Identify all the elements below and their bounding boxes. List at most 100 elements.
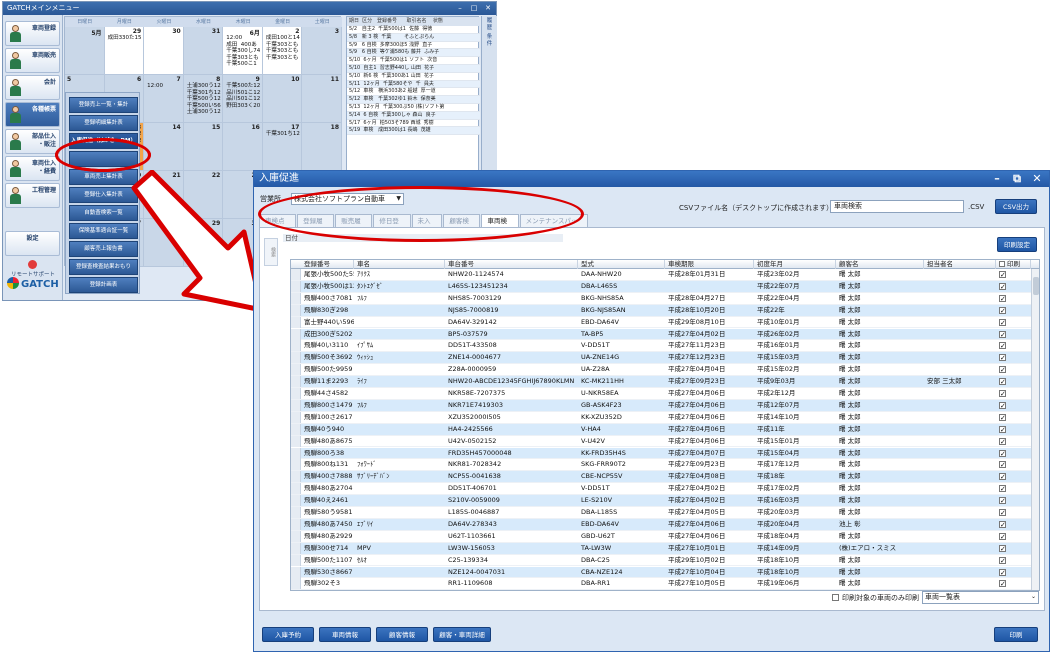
row-header[interactable] bbox=[291, 483, 301, 495]
close-button[interactable]: ✕ bbox=[1028, 172, 1046, 186]
sidebar-item-parts[interactable]: 部品仕入 ・販注 bbox=[5, 129, 60, 154]
column-header[interactable]: 顧客名 bbox=[836, 260, 924, 269]
print-checkbox[interactable]: ✓ bbox=[999, 473, 1006, 481]
row-header[interactable] bbox=[291, 399, 301, 411]
print-checkbox[interactable]: ✓ bbox=[999, 556, 1006, 564]
calendar-day[interactable]: 7 12:00 bbox=[144, 75, 184, 123]
row-header[interactable] bbox=[291, 328, 301, 340]
table-row[interactable]: 飛騨480あ7450 ｴﾌﾞﾘｲ DA64V-278343 EBD-DA64V 平成27… bbox=[291, 518, 1031, 531]
history-row[interactable]: 5/19 車検 成田300は1 長嶋 茂雄 bbox=[347, 127, 480, 136]
calendar-day[interactable]: 6月 12:00 成田 400あ 千葉300し74 千葉303とも 千葉500こ1 bbox=[223, 27, 263, 75]
table-row[interactable]: 飛騨500そ3692 ｳｨｯｼｭ ZNE14-0004677 UA-ZNE14G 平成2… bbox=[291, 352, 1031, 365]
row-header[interactable] bbox=[291, 411, 301, 423]
minimize-button[interactable]: – bbox=[988, 172, 1006, 186]
table-row[interactable]: 飛騨830ぎ298 NJS85-7000819 BKG-NJS85AN 平成28年10… bbox=[291, 304, 1031, 317]
popup-menu-item[interactable]: 登録売上一覧・集計 bbox=[69, 97, 138, 113]
restore-button[interactable]: ⧉ bbox=[1008, 172, 1026, 186]
table-row[interactable]: 飛騨40え2461 S210V-0059009 LE-S210V 平成27年04月02… bbox=[291, 495, 1031, 507]
print-button[interactable]: 印刷 bbox=[994, 627, 1038, 642]
print-checkbox[interactable]: ✓ bbox=[999, 294, 1006, 302]
calendar-day[interactable]: 10 bbox=[262, 75, 303, 123]
calendar-day[interactable]: 14 bbox=[144, 123, 184, 171]
column-header[interactable]: 担当者名 bbox=[924, 260, 996, 269]
calendar-day[interactable]: 3 bbox=[302, 27, 342, 75]
row-header[interactable] bbox=[291, 578, 301, 590]
print-checkbox[interactable]: ✓ bbox=[999, 330, 1006, 338]
history-row[interactable]: 5/10 自主1 習志野440し 山田 花子 bbox=[347, 65, 480, 73]
row-header[interactable] bbox=[291, 530, 301, 542]
customer-vehicle-detail-button[interactable]: 顧客・車両詳細 bbox=[433, 627, 491, 642]
history-row[interactable]: 5/8 新 3 検 千葉 そふとぷらん bbox=[347, 33, 480, 42]
table-row[interactable]: 飛騨11ま2293 ﾗｲﾌ NHW20-ABCDE12345FGHIJ67890KL… bbox=[291, 376, 1031, 388]
print-settings-button[interactable]: 印刷設定 bbox=[997, 237, 1037, 252]
print-checkbox[interactable]: ✓ bbox=[999, 568, 1006, 576]
print-checkbox[interactable]: ✓ bbox=[999, 425, 1006, 433]
sidebar-item-accounting[interactable]: 会計 bbox=[5, 75, 60, 100]
print-checkbox[interactable]: ✓ bbox=[999, 413, 1006, 421]
table-row[interactable]: 飛騨480あ2704 DD51T-406701 V-DD51T 平成27年04月02日… bbox=[291, 483, 1031, 496]
table-row[interactable]: 尾張小牧500は12 ﾀﾝﾄｴｸﾞｾﾞ L465S-123451234 DBA-L46… bbox=[291, 280, 1031, 293]
print-checkbox[interactable]: ✓ bbox=[999, 532, 1006, 540]
table-row[interactable]: 飛騨500た9959 Z28A-0000959 UA-Z28A 平成27年04月04日… bbox=[291, 364, 1031, 377]
print-checkbox[interactable]: ✓ bbox=[999, 271, 1006, 279]
history-row[interactable]: 5/2 自主2 千葉500は1 佐藤 得徳 bbox=[347, 26, 480, 34]
reservation-button[interactable]: 入庫予約 bbox=[262, 627, 314, 642]
history-row[interactable]: 5/13 12ヶ月 千葉300ぷ50 (株)ソフト第 bbox=[347, 104, 480, 112]
row-header[interactable] bbox=[291, 471, 301, 483]
print-checkbox[interactable]: ✓ bbox=[999, 437, 1006, 445]
history-row[interactable]: 5/10 6ヶ月 千葉500は1 ソフト 次音 bbox=[347, 57, 480, 65]
table-row[interactable]: 飛騨530さ8667 NZE124-0047031 CBA-NZE124 平成27年1… bbox=[291, 566, 1031, 579]
tab-history[interactable]: 履歴 bbox=[485, 18, 495, 32]
row-header[interactable] bbox=[291, 352, 301, 364]
sidebar-item-vehicle-purchase[interactable]: 車両仕入 ・経費 bbox=[5, 156, 60, 181]
column-header[interactable]: 車検期限 bbox=[665, 260, 754, 269]
row-header[interactable] bbox=[291, 304, 301, 316]
row-header[interactable] bbox=[291, 388, 301, 399]
report-select[interactable]: 車両一覧表 ⌄ bbox=[922, 591, 1039, 604]
calendar-day[interactable]: 17 千葉301ち12 bbox=[262, 123, 303, 171]
scroll-thumb[interactable] bbox=[1033, 277, 1039, 295]
print-checkbox[interactable]: ✓ bbox=[999, 342, 1006, 350]
row-header[interactable] bbox=[291, 542, 301, 554]
table-row[interactable]: 飛騨800ろ38 FRD35H457000048 KK-FRD35H4S 平成27年0… bbox=[291, 447, 1031, 460]
minimize-button[interactable]: – bbox=[454, 3, 466, 13]
print-checkbox[interactable]: ✓ bbox=[999, 520, 1006, 528]
customer-info-button[interactable]: 顧客情報 bbox=[376, 627, 428, 642]
row-header[interactable] bbox=[291, 423, 301, 435]
calendar-day[interactable]: 31 bbox=[183, 27, 224, 75]
print-only-checkbox[interactable] bbox=[832, 594, 839, 601]
row-header[interactable] bbox=[291, 280, 301, 292]
table-row[interactable]: 飛騨400さ7888 ｻﾌﾞﾘｰﾁﾞﾊﾞﾝ NCP55-0041638 CBE-NCP… bbox=[291, 471, 1031, 484]
table-row[interactable]: 飛騨100さ2617 XZU352000I505 KK-XZU352D 平成27年04… bbox=[291, 411, 1031, 424]
table-row[interactable]: 富士野440い596 DA64V-329142 EBD-DA64V 平成29年08月1… bbox=[291, 316, 1031, 329]
select-all-checkbox[interactable] bbox=[999, 261, 1005, 267]
table-row[interactable]: 成田300ぎ5202 BP5-037579 TA-BP5 平成27年04月02日 平成2… bbox=[291, 328, 1031, 341]
print-checkbox[interactable]: ✓ bbox=[999, 497, 1006, 505]
table-row[interactable]: 飛騨40い3110 ｲﾌﾟｻﾑ DD51T-433508 V-DD51T 平成27年11… bbox=[291, 340, 1031, 353]
table-row[interactable]: 飛騨44さ4582 NKR58E-7207375 U-NKR58EA 平成27年04月… bbox=[291, 388, 1031, 400]
calendar-day[interactable]: 18 bbox=[302, 123, 342, 171]
calendar-day[interactable]: 2 成田100と14 千葉303とも 千葉303とも 千葉303とも bbox=[262, 27, 303, 75]
print-checkbox[interactable]: ✓ bbox=[999, 390, 1006, 398]
row-header[interactable] bbox=[291, 554, 301, 566]
row-header[interactable] bbox=[291, 459, 301, 471]
tab-conditions[interactable]: 条件 bbox=[485, 34, 495, 48]
calendar-day[interactable]: 30 bbox=[144, 27, 184, 75]
print-checkbox[interactable]: ✓ bbox=[999, 485, 1006, 493]
row-header[interactable] bbox=[291, 518, 301, 530]
history-row[interactable]: 5/10 新6 検 千葉300あ1 山田 花子 bbox=[347, 73, 480, 81]
sidebar-item-vehicle-register[interactable]: 車両登録 bbox=[5, 21, 60, 46]
sidebar-item-settings[interactable]: 設定 bbox=[5, 231, 60, 256]
csv-export-button[interactable]: CSV出力 bbox=[995, 199, 1037, 214]
column-header[interactable]: 印刷 bbox=[996, 260, 1031, 269]
close-button[interactable]: ✕ bbox=[482, 3, 494, 13]
calendar-day[interactable]: 8 土浦300う12 千葉301ち12 千葉500う12 千葉500い56 土浦3… bbox=[183, 75, 224, 123]
csv-filename-input[interactable]: 車両検索 bbox=[830, 200, 964, 213]
column-header[interactable]: 車名 bbox=[354, 260, 445, 269]
column-header[interactable]: 初度年月 bbox=[754, 260, 836, 269]
print-checkbox[interactable]: ✓ bbox=[999, 366, 1006, 374]
calendar-day[interactable]: 29 成田330た15 bbox=[104, 27, 145, 75]
print-checkbox[interactable]: ✓ bbox=[999, 449, 1006, 457]
print-checkbox[interactable]: ✓ bbox=[999, 282, 1006, 290]
row-header[interactable] bbox=[291, 316, 301, 328]
